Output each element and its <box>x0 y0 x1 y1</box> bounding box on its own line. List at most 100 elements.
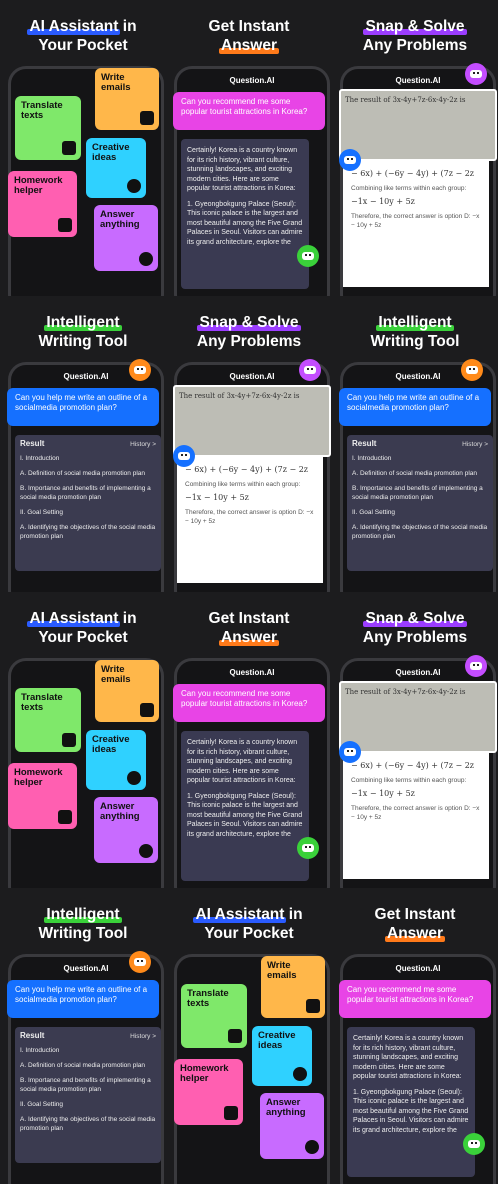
instant-answer-card: Get Instant Answer Question.AI Can you r… <box>166 0 332 296</box>
tile-homework-helper[interactable]: Homework helper <box>8 763 77 829</box>
app-header: Question.AI <box>229 76 275 85</box>
assistant-card: AI Assistant in Your Pocket Write emails… <box>0 0 166 296</box>
problem-photo: The result of 3x-4y+7z-6x-4y-2z is <box>173 385 331 457</box>
result-box: Result History > I. Introduction A. Defi… <box>15 1027 161 1163</box>
title-highlight: Answer <box>219 37 279 54</box>
phone-frame: Question.AI Can you help me write an out… <box>339 359 496 592</box>
tile-translate-texts[interactable]: Translate texts <box>181 984 247 1048</box>
tile-label: Creative ideas <box>92 734 130 755</box>
card-title: Get Instant Answer <box>166 609 332 647</box>
answer-paragraph: 1. Gyeongbokgung Palace (Seoul): This ic… <box>353 1088 469 1134</box>
tile-label: Translate texts <box>187 988 229 1009</box>
card-title: Snap & Solve Any Problems <box>166 313 332 351</box>
result-item: B. Importance and benefits of implementi… <box>20 485 151 501</box>
question-bubble: Can you help me write an outline of a so… <box>339 388 491 426</box>
question-bubble: Can you recommend me some popular touris… <box>339 980 491 1018</box>
snap-solve-card: Snap & Solve Any Problems Question.AI Th… <box>332 592 498 888</box>
card-title: AI Assistant in Your Pocket <box>166 905 332 943</box>
tile-label: Homework helper <box>14 175 63 196</box>
title-highlight: AI Assistant <box>27 18 121 35</box>
title-highlight: AI Assistant <box>27 610 121 627</box>
title-line-2: Writing Tool <box>370 333 460 350</box>
mail-icon <box>306 999 320 1013</box>
tile-creative-ideas[interactable]: Creative ideas <box>86 730 146 790</box>
writing-tool-card: Intelligent Writing Tool Question.AI Can… <box>0 296 166 592</box>
title-highlight: Intelligent <box>44 906 122 923</box>
translate-icon <box>62 733 76 747</box>
title-line-2: Writing Tool <box>38 925 128 942</box>
phone-frame: Question.AI The result of 3x-4y+7z-6x-4y… <box>339 655 497 888</box>
result-item: II. Goal Setting <box>20 1101 63 1108</box>
history-link[interactable]: History > <box>130 1032 156 1041</box>
tile-answer-anything[interactable]: Answer anything <box>94 205 158 271</box>
title-highlight: Intelligent <box>44 314 122 331</box>
solution-text: Combining like terms within each group: <box>351 777 467 784</box>
tile-creative-ideas[interactable]: Creative ideas <box>252 1026 312 1086</box>
tile-write-emails[interactable]: Write emails <box>95 68 159 130</box>
card-title: Snap & Solve Any Problems <box>332 609 498 647</box>
tile-creative-ideas[interactable]: Creative ideas <box>86 138 146 198</box>
tile-label: Answer anything <box>100 209 140 230</box>
history-link[interactable]: History > <box>130 440 156 449</box>
lightbulb-icon <box>293 1067 307 1081</box>
result-item: I. Introduction <box>20 455 60 462</box>
tile-translate-texts[interactable]: Translate texts <box>15 688 81 752</box>
snap-solve-card: Snap & Solve Any Problems Question.AI Th… <box>166 296 332 592</box>
photo-text: The result of 3x-4y+7z-6x-4y-2z is <box>345 96 466 104</box>
result-item: A. Definition of social media promotion … <box>20 1062 146 1069</box>
tile-label: Homework helper <box>14 767 63 788</box>
camera-icon[interactable] <box>299 359 321 381</box>
title-rest: in <box>284 906 303 923</box>
tile-answer-anything[interactable]: Answer anything <box>260 1093 324 1159</box>
bot-avatar-icon <box>297 837 319 859</box>
card-title: AI Assistant in Your Pocket <box>0 17 166 55</box>
lightbulb-icon <box>127 771 141 785</box>
phone-frame: Question.AI Can you recommend me some po… <box>173 66 330 296</box>
bot-avatar-icon <box>173 445 195 467</box>
result-item: I. Introduction <box>20 1047 60 1054</box>
tile-homework-helper[interactable]: Homework helper <box>174 1059 243 1125</box>
title-line-1: Get Instant <box>208 18 290 35</box>
tile-homework-helper[interactable]: Homework helper <box>8 171 77 237</box>
result-item: A. Definition of social media promotion … <box>352 470 478 477</box>
camera-icon[interactable] <box>465 655 487 677</box>
result-item: A. Identifying the objectives of the soc… <box>20 1116 156 1132</box>
question-bubble: Can you help me write an outline of a so… <box>7 980 159 1018</box>
card-title: Intelligent Writing Tool <box>0 313 166 351</box>
snap-solve-card: Snap & Solve Any Problems Question.AI Th… <box>332 0 498 296</box>
result-item: II. Goal Setting <box>20 509 63 516</box>
tile-label: Answer anything <box>266 1097 306 1118</box>
history-link[interactable]: History > <box>462 440 488 449</box>
title-rest: in <box>118 610 137 627</box>
answer-paragraph: Certainly! Korea is a country known for … <box>187 147 298 192</box>
tile-write-emails[interactable]: Write emails <box>261 956 325 1018</box>
card-title: Snap & Solve Any Problems <box>332 17 498 55</box>
result-item: B. Importance and benefits of implementi… <box>352 485 483 501</box>
title-line-2: Any Problems <box>362 37 468 54</box>
answer-box: Certainly! Korea is a country known for … <box>181 731 309 881</box>
solution-equation: − 6x) + (−6y − 4y) + (7z − 2z <box>351 761 475 770</box>
chat-icon <box>139 252 153 266</box>
tile-translate-texts[interactable]: Translate texts <box>15 96 81 160</box>
title-line-1: Get Instant <box>208 610 290 627</box>
tile-write-emails[interactable]: Write emails <box>95 660 159 722</box>
app-screenshot-grid: AI Assistant in Your Pocket Write emails… <box>0 0 498 1184</box>
tile-label: Creative ideas <box>92 142 130 163</box>
title-highlight: Answer <box>385 925 445 942</box>
title-line-2: Your Pocket <box>38 37 128 54</box>
lightbulb-icon <box>127 179 141 193</box>
camera-icon[interactable] <box>465 63 487 85</box>
result-item: A. Identifying the objectives of the soc… <box>352 524 488 540</box>
instant-answer-card: Get Instant Answer Question.AI Can you r… <box>332 888 498 1184</box>
phone-frame: Question.AI Can you recommend me some po… <box>339 954 496 1184</box>
card-title: Get Instant Answer <box>332 905 498 943</box>
tile-label: Creative ideas <box>258 1030 296 1051</box>
mail-icon <box>140 111 154 125</box>
title-line-1: Get Instant <box>374 906 456 923</box>
chat-icon <box>305 1140 319 1154</box>
phone-frame: Question.AI Can you help me write an out… <box>7 951 164 1184</box>
tile-answer-anything[interactable]: Answer anything <box>94 797 158 863</box>
result-item: II. Goal Setting <box>352 509 395 516</box>
answer-box: Certainly! Korea is a country known for … <box>347 1027 475 1177</box>
card-title: Intelligent Writing Tool <box>332 313 498 351</box>
